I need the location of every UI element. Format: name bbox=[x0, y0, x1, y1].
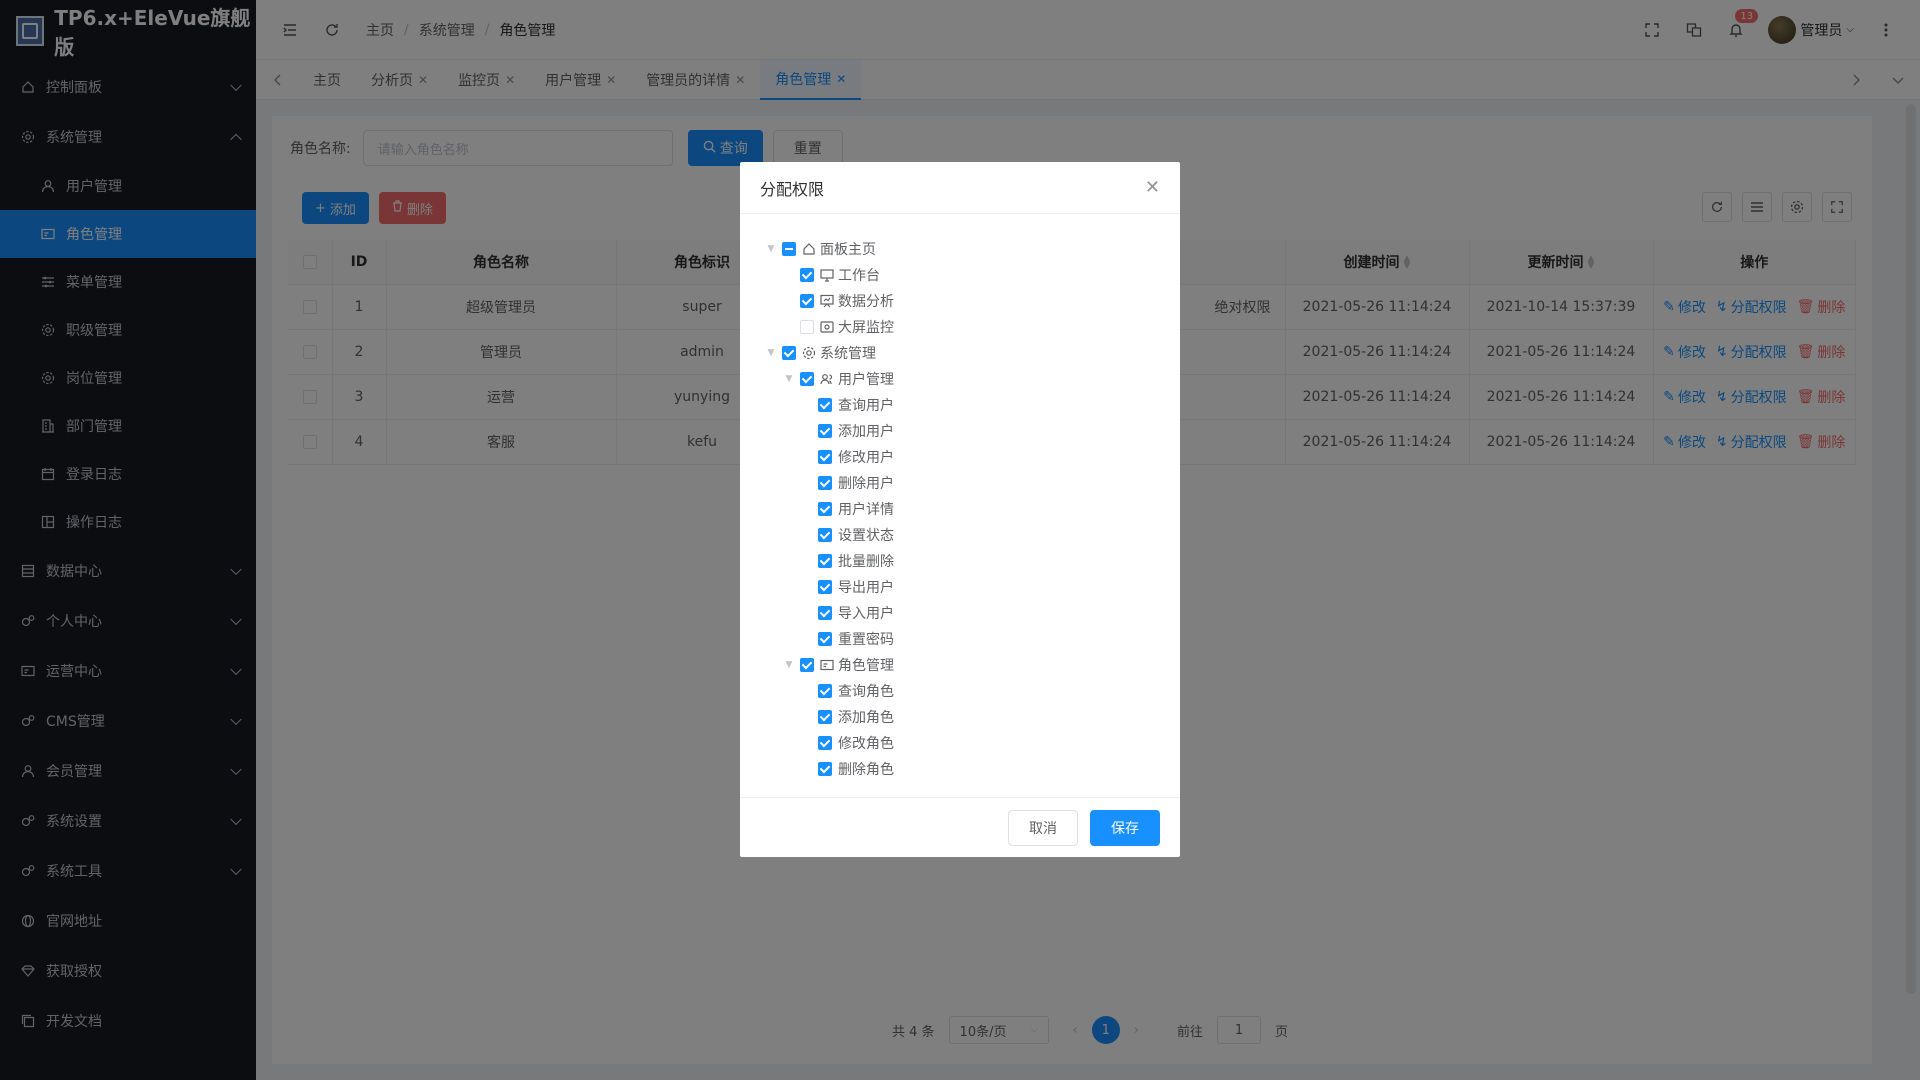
tree-node[interactable]: 查询角色 bbox=[764, 678, 1180, 704]
tree-node-label: 批量删除 bbox=[838, 554, 894, 570]
save-button[interactable]: 保存 bbox=[1090, 809, 1160, 846]
tree-node-label: 用户管理 bbox=[838, 372, 894, 388]
tree-node-label: 系统管理 bbox=[820, 346, 876, 362]
tree-node-label: 导入用户 bbox=[838, 606, 894, 622]
assign-permissions-dialog: 分配权限 ✕ ▼ 面板主页工作台数据分析大屏监控 ▼ 系统管理 ▼ 用户管理查询用户添加用… bbox=[740, 162, 1180, 857]
tree-checkbox[interactable] bbox=[818, 632, 832, 646]
tree-node-label: 面板主页 bbox=[820, 242, 876, 258]
tree-node-label: 添加用户 bbox=[838, 424, 894, 440]
tree-node[interactable]: 重置密码 bbox=[764, 626, 1180, 652]
tree-node[interactable]: ▼ 角色管理 bbox=[764, 652, 1180, 678]
tree-checkbox[interactable] bbox=[782, 346, 796, 360]
tree-node-label: 设置状态 bbox=[838, 528, 894, 544]
tree-checkbox[interactable] bbox=[818, 762, 832, 776]
tree-checkbox[interactable] bbox=[782, 242, 796, 256]
tree-node-label: 导出用户 bbox=[838, 580, 894, 596]
tree-node[interactable]: 导入用户 bbox=[764, 600, 1180, 626]
tree-node[interactable]: ▼ 系统管理 bbox=[764, 340, 1180, 366]
tree-node[interactable]: 导出用户 bbox=[764, 574, 1180, 600]
screen-icon bbox=[820, 320, 834, 334]
tree-node-label: 数据分析 bbox=[838, 294, 894, 310]
tree-node-label: 查询用户 bbox=[838, 398, 894, 414]
tree-node-label: 删除角色 bbox=[838, 762, 894, 778]
tree-node-label: 角色管理 bbox=[838, 658, 894, 674]
tree-node[interactable]: ▼ 用户管理 bbox=[764, 366, 1180, 392]
tree-node[interactable]: 修改用户 bbox=[764, 444, 1180, 470]
tree-checkbox[interactable] bbox=[818, 502, 832, 516]
tree-checkbox[interactable] bbox=[800, 320, 814, 334]
permission-tree: ▼ 面板主页工作台数据分析大屏监控 ▼ 系统管理 ▼ 用户管理查询用户添加用户修改用户删除… bbox=[740, 214, 1180, 782]
tree-node[interactable]: ▼ 面板主页 bbox=[764, 236, 1180, 262]
tree-node[interactable]: 用户详情 bbox=[764, 496, 1180, 522]
tree-node[interactable]: 修改角色 bbox=[764, 730, 1180, 756]
tree-node[interactable]: 删除角色 bbox=[764, 756, 1180, 782]
tree-checkbox[interactable] bbox=[800, 658, 814, 672]
caret-down-icon[interactable]: ▼ bbox=[764, 348, 778, 358]
tree-node[interactable]: 设置状态 bbox=[764, 522, 1180, 548]
cancel-button[interactable]: 取消 bbox=[1008, 809, 1078, 846]
tree-checkbox[interactable] bbox=[800, 294, 814, 308]
close-icon[interactable]: ✕ bbox=[1145, 177, 1160, 198]
tree-node[interactable]: 批量删除 bbox=[764, 548, 1180, 574]
caret-down-icon[interactable]: ▼ bbox=[782, 374, 796, 384]
tree-node[interactable]: 数据分析 bbox=[764, 288, 1180, 314]
dialog-title: 分配权限 bbox=[760, 179, 825, 199]
dialog-footer: 取消 保存 bbox=[740, 797, 1180, 857]
tree-checkbox[interactable] bbox=[818, 424, 832, 438]
tree-checkbox[interactable] bbox=[818, 398, 832, 412]
tree-node-label: 修改用户 bbox=[838, 450, 894, 466]
tree-node-label: 工作台 bbox=[838, 268, 880, 284]
gear-icon bbox=[802, 346, 816, 360]
tree-node[interactable]: 添加用户 bbox=[764, 418, 1180, 444]
tree-node-label: 查询角色 bbox=[838, 684, 894, 700]
tree-checkbox[interactable] bbox=[818, 450, 832, 464]
tree-checkbox[interactable] bbox=[818, 580, 832, 594]
tree-checkbox[interactable] bbox=[818, 684, 832, 698]
tree-node[interactable]: 大屏监控 bbox=[764, 314, 1180, 340]
caret-down-icon[interactable]: ▼ bbox=[764, 244, 778, 254]
card-icon bbox=[820, 658, 834, 672]
tree-checkbox[interactable] bbox=[818, 736, 832, 750]
tree-checkbox[interactable] bbox=[818, 476, 832, 490]
tree-node-label: 用户详情 bbox=[838, 502, 894, 518]
tree-node-label: 大屏监控 bbox=[838, 320, 894, 336]
tree-checkbox[interactable] bbox=[818, 606, 832, 620]
caret-down-icon[interactable]: ▼ bbox=[782, 660, 796, 670]
chart-icon bbox=[820, 294, 834, 308]
users-icon bbox=[820, 372, 834, 386]
tree-node[interactable]: 查询用户 bbox=[764, 392, 1180, 418]
tree-node-label: 修改角色 bbox=[838, 736, 894, 752]
tree-node[interactable]: 添加角色 bbox=[764, 704, 1180, 730]
tree-node[interactable]: 工作台 bbox=[764, 262, 1180, 288]
tree-node[interactable]: 删除用户 bbox=[764, 470, 1180, 496]
monitor-icon bbox=[820, 268, 834, 282]
tree-checkbox[interactable] bbox=[800, 372, 814, 386]
tree-checkbox[interactable] bbox=[818, 554, 832, 568]
home-icon bbox=[802, 242, 816, 256]
tree-checkbox[interactable] bbox=[818, 528, 832, 542]
tree-node-label: 删除用户 bbox=[838, 476, 894, 492]
tree-node-label: 重置密码 bbox=[838, 632, 894, 648]
tree-checkbox[interactable] bbox=[800, 268, 814, 282]
dialog-header: 分配权限 ✕ bbox=[740, 162, 1180, 214]
tree-checkbox[interactable] bbox=[818, 710, 832, 724]
tree-node-label: 添加角色 bbox=[838, 710, 894, 726]
